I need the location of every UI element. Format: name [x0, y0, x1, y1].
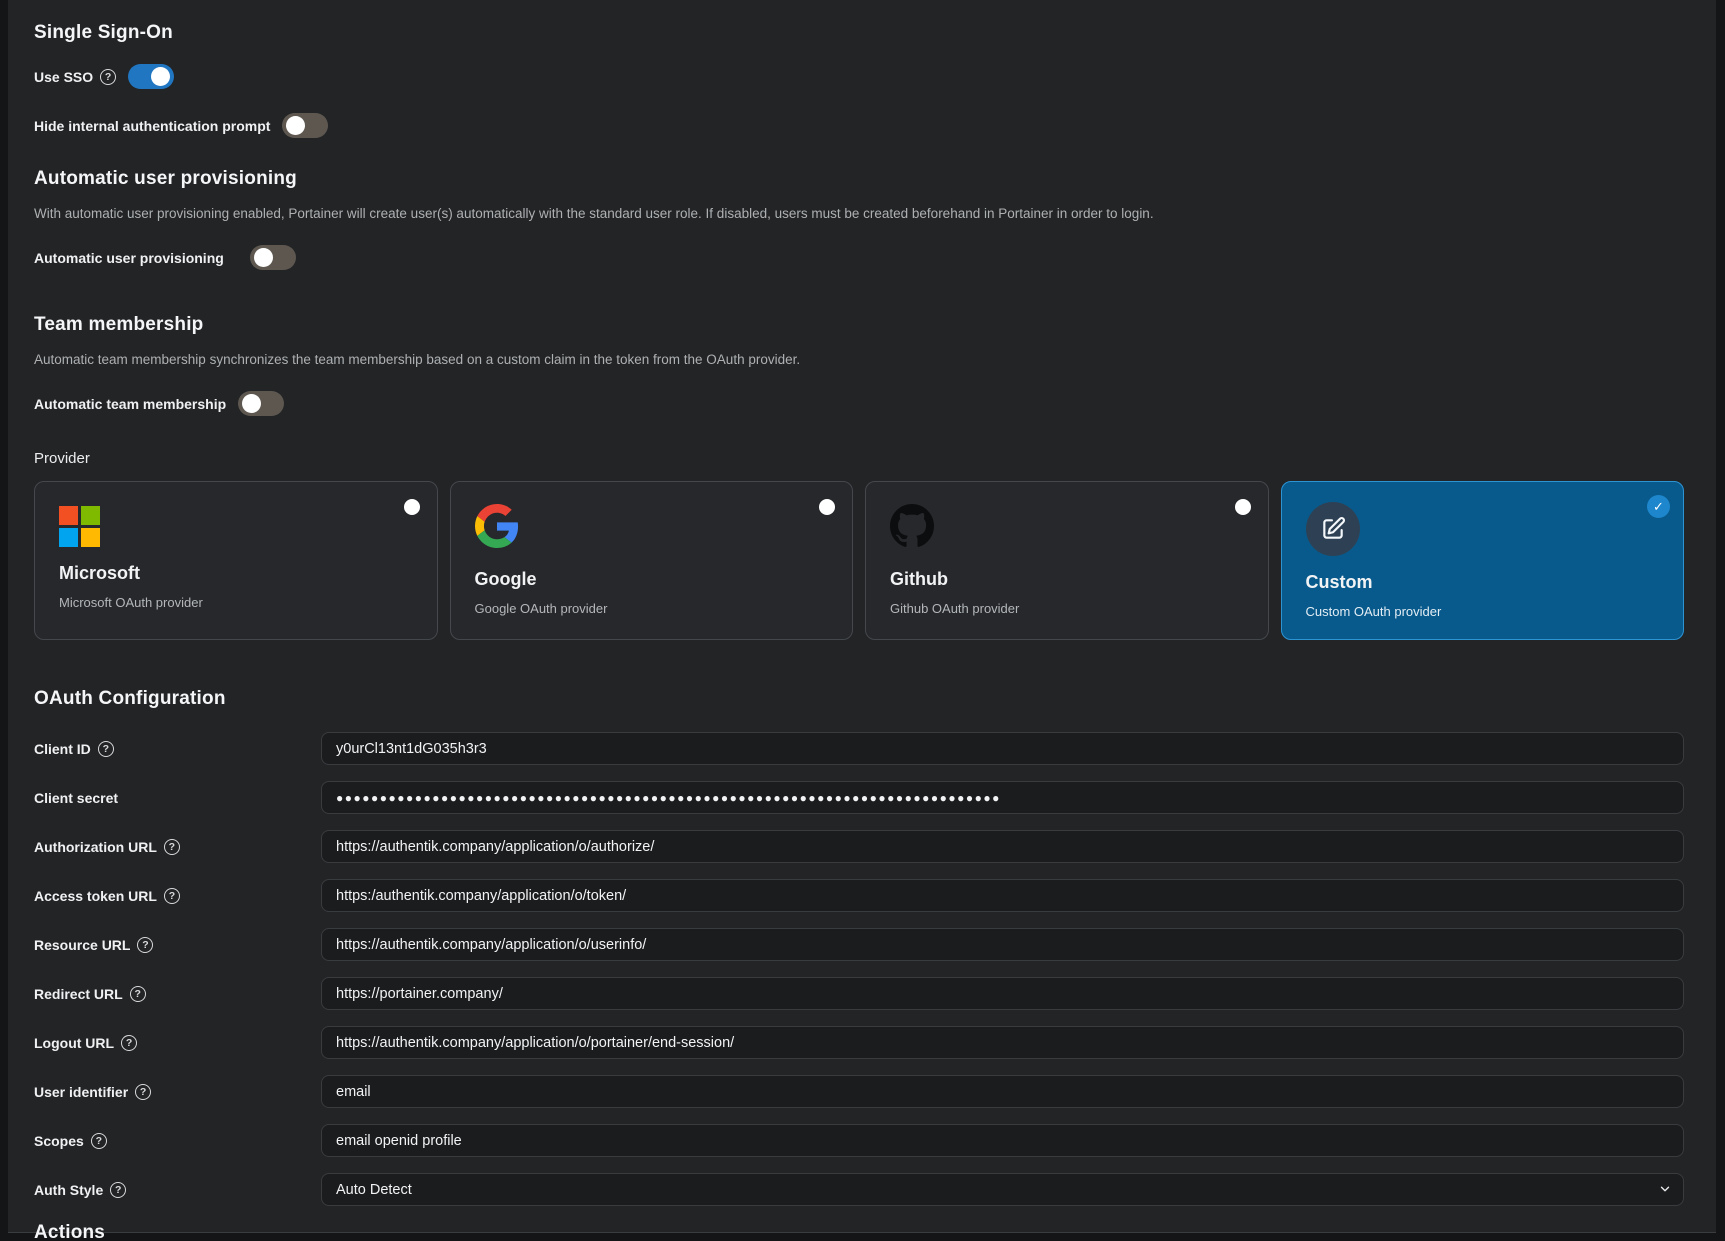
- field-row-logout-url: Logout URL?: [34, 1026, 1684, 1059]
- field-row-resource-url: Resource URL?: [34, 928, 1684, 961]
- provisioning-description: With automatic user provisioning enabled…: [34, 206, 1684, 221]
- team-description: Automatic team membership synchronizes t…: [34, 352, 1684, 367]
- help-icon[interactable]: ?: [164, 839, 180, 855]
- help-icon[interactable]: ?: [164, 888, 180, 904]
- use-sso-toggle[interactable]: [128, 64, 174, 89]
- authorization-url-label: Authorization URL: [34, 839, 157, 855]
- provider-card-title: Google: [475, 569, 829, 590]
- scopes-input[interactable]: [321, 1124, 1684, 1157]
- resource-url-label: Resource URL: [34, 937, 130, 953]
- field-row-authorization-url: Authorization URL?: [34, 830, 1684, 863]
- sso-heading: Single Sign-On: [34, 22, 1684, 44]
- oauth-config-heading: OAuth Configuration: [34, 688, 1684, 710]
- client-secret-input[interactable]: [321, 781, 1684, 814]
- field-row-user-identifier: User identifier?: [34, 1075, 1684, 1108]
- microsoft-logo-icon: [59, 506, 100, 547]
- field-row-auth-style: Auth Style? Auto Detect: [34, 1173, 1684, 1206]
- provider-card-custom[interactable]: ✓ Custom Custom OAuth provider: [1281, 481, 1685, 640]
- auth-style-label: Auth Style: [34, 1182, 103, 1198]
- radio-unselected-icon[interactable]: [1235, 499, 1251, 515]
- provider-card-title: Custom: [1306, 572, 1660, 593]
- radio-unselected-icon[interactable]: [404, 499, 420, 515]
- team-toggle-label: Automatic team membership: [34, 396, 226, 412]
- use-sso-row: Use SSO ?: [34, 64, 1684, 89]
- client-id-label: Client ID: [34, 741, 91, 757]
- redirect-url-label: Redirect URL: [34, 986, 123, 1002]
- toggle-knob: [254, 248, 273, 267]
- radio-unselected-icon[interactable]: [819, 499, 835, 515]
- use-sso-label: Use SSO: [34, 69, 93, 85]
- provider-card-subtitle: Microsoft OAuth provider: [59, 595, 413, 610]
- field-row-redirect-url: Redirect URL?: [34, 977, 1684, 1010]
- help-icon[interactable]: ?: [100, 69, 116, 85]
- help-icon[interactable]: ?: [110, 1182, 126, 1198]
- access-token-url-label: Access token URL: [34, 888, 157, 904]
- provider-card-subtitle: Google OAuth provider: [475, 601, 829, 616]
- hide-prompt-row: Hide internal authentication prompt: [34, 113, 1684, 138]
- hide-prompt-toggle[interactable]: [282, 113, 328, 138]
- actions-heading: Actions: [34, 1222, 1684, 1241]
- user-identifier-label: User identifier: [34, 1084, 128, 1100]
- user-identifier-input[interactable]: [321, 1075, 1684, 1108]
- team-heading: Team membership: [34, 314, 1684, 336]
- hide-prompt-label: Hide internal authentication prompt: [34, 118, 270, 134]
- client-id-input[interactable]: [321, 732, 1684, 765]
- custom-badge: [1306, 502, 1360, 556]
- team-row: Automatic team membership: [34, 391, 1684, 416]
- google-logo-icon: [475, 504, 519, 548]
- help-icon[interactable]: ?: [98, 741, 114, 757]
- provider-heading: Provider: [34, 450, 1684, 467]
- authorization-url-input[interactable]: [321, 830, 1684, 863]
- help-icon[interactable]: ?: [130, 986, 146, 1002]
- provider-card-title: Github: [890, 569, 1244, 590]
- auth-style-select[interactable]: Auto Detect: [321, 1173, 1684, 1206]
- provider-card-github[interactable]: Github Github OAuth provider: [865, 481, 1269, 640]
- help-icon[interactable]: ?: [137, 937, 153, 953]
- redirect-url-input[interactable]: [321, 977, 1684, 1010]
- toggle-knob: [286, 116, 305, 135]
- provider-cards: Microsoft Microsoft OAuth provider Googl…: [34, 481, 1684, 640]
- client-secret-label: Client secret: [34, 790, 118, 806]
- provider-card-subtitle: Custom OAuth provider: [1306, 604, 1660, 619]
- provider-card-google[interactable]: Google Google OAuth provider: [450, 481, 854, 640]
- access-token-url-input[interactable]: [321, 879, 1684, 912]
- toggle-knob: [151, 67, 170, 86]
- team-toggle[interactable]: [238, 391, 284, 416]
- provisioning-row: Automatic user provisioning: [34, 245, 1684, 270]
- field-row-access-token-url: Access token URL?: [34, 879, 1684, 912]
- help-icon[interactable]: ?: [135, 1084, 151, 1100]
- scopes-label: Scopes: [34, 1133, 84, 1149]
- help-icon[interactable]: ?: [121, 1035, 137, 1051]
- provider-card-subtitle: Github OAuth provider: [890, 601, 1244, 616]
- provider-card-title: Microsoft: [59, 563, 413, 584]
- provisioning-toggle-label: Automatic user provisioning: [34, 250, 224, 266]
- help-icon[interactable]: ?: [91, 1133, 107, 1149]
- toggle-knob: [242, 394, 261, 413]
- oauth-settings-panel: Single Sign-On Use SSO ? Hide internal a…: [8, 0, 1716, 1233]
- field-row-scopes: Scopes?: [34, 1124, 1684, 1157]
- provisioning-heading: Automatic user provisioning: [34, 168, 1684, 190]
- resource-url-input[interactable]: [321, 928, 1684, 961]
- check-icon[interactable]: ✓: [1647, 495, 1670, 518]
- logout-url-label: Logout URL: [34, 1035, 114, 1051]
- logout-url-input[interactable]: [321, 1026, 1684, 1059]
- github-logo-icon: [890, 504, 934, 548]
- edit-icon: [1320, 516, 1346, 542]
- provider-card-microsoft[interactable]: Microsoft Microsoft OAuth provider: [34, 481, 438, 640]
- field-row-client-id: Client ID?: [34, 732, 1684, 765]
- provisioning-toggle[interactable]: [250, 245, 296, 270]
- field-row-client-secret: Client secret: [34, 781, 1684, 814]
